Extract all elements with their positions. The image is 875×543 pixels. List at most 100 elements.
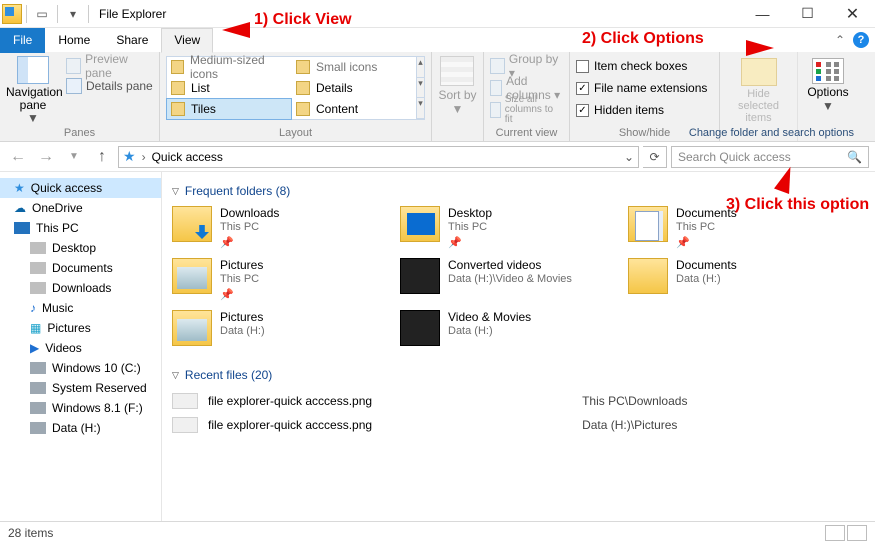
file-extensions-toggle[interactable]: ✓File name extensions [576,78,713,98]
up-button[interactable]: ↑ [90,145,114,169]
close-button[interactable]: ✕ [830,0,875,28]
folder-tile[interactable]: Converted videosData (H:)\Video & Movies [400,258,620,304]
pin-icon: 📌 [220,289,263,303]
navigation-pane-label: Navigation pane [6,86,60,112]
tab-share[interactable]: Share [103,28,161,53]
folder-icon [400,310,440,346]
hidden-items-toggle[interactable]: ✓Hidden items [576,100,713,120]
folder-tile[interactable]: DesktopThis PC📌 [400,206,620,252]
tree-item[interactable]: This PC [0,218,161,238]
tree-item[interactable]: ▶Videos [0,338,161,358]
tree-item[interactable]: ♪Music [0,298,161,318]
options-button[interactable]: Options ▼ [804,56,852,113]
tree-item[interactable]: Desktop [0,238,161,258]
breadcrumb[interactable]: ★ › Quick access ⌄ [118,146,639,168]
recent-locations-button[interactable]: ▼ [62,145,86,169]
tree-item-label: Music [42,301,73,315]
tree-item-label: Desktop [52,241,96,255]
tab-file[interactable]: File [0,28,45,53]
recent-file-row[interactable]: file explorer-quick acccess.pngData (H:)… [172,414,865,436]
tree-item[interactable]: ★Quick access [0,178,161,198]
chevron-down-icon: ▽ [172,186,179,197]
breadcrumb-location: Quick access [152,150,223,164]
qat-newfolder-icon[interactable]: ▾ [62,3,84,25]
group-options: Options ▼ Change folder and search optio… [798,52,858,141]
checkbox-icon [576,60,589,73]
sort-icon [440,56,474,86]
pin-icon: 📌 [448,237,492,251]
layout-tiles[interactable]: Tiles [167,99,291,119]
details-pane-icon [66,78,82,94]
addcols-icon [490,80,502,96]
tiles-view-button[interactable] [847,525,867,541]
back-button[interactable]: ← [6,145,30,169]
tree-item[interactable]: Windows 8.1 (F:) [0,398,161,418]
tile-name: Documents [676,206,737,221]
layout-grid: Medium-sized icons Small icons List Deta… [166,56,417,120]
checkbox-icon: ✓ [576,104,589,117]
status-bar: 28 items [0,521,875,543]
section-recent[interactable]: ▽ Recent files (20) [172,368,865,382]
folder-tile[interactable]: DocumentsData (H:) [628,258,848,304]
group-current-view: Group by ▾ Add columns ▾ Size all column… [484,52,570,141]
qat-properties-icon[interactable]: ▭ [31,3,53,25]
tree-item[interactable]: Documents [0,258,161,278]
tree-item[interactable]: ▦Pictures [0,318,161,338]
layout-scroll[interactable]: ▴▾▾ [417,56,425,120]
tree-item[interactable]: Downloads [0,278,161,298]
search-icon: 🔍 [847,150,862,164]
hide-selected-button[interactable]: Hide selected items [726,56,791,124]
search-input[interactable]: Search Quick access 🔍 [671,146,869,168]
folder-icon [628,206,668,242]
refresh-button[interactable]: ⟳ [643,146,667,168]
navigation-pane-button[interactable]: Navigation pane ▼ [6,56,60,126]
tree-item-label: Pictures [47,321,90,335]
size-columns-button[interactable]: Size all columns to fit [490,100,563,120]
section-frequent[interactable]: ▽ Frequent folders (8) [172,184,865,198]
navigation-tree[interactable]: ★Quick access☁OneDriveThis PC Desktop Docu… [0,172,162,521]
ribbon-tabs: File Home Share View ⌃ ? [0,28,875,52]
folder-tile[interactable]: Video & MoviesData (H:) [400,310,620,356]
layout-list[interactable]: List [167,78,291,98]
tile-name: Downloads [220,206,279,221]
folder-tile[interactable]: PicturesThis PC📌 [172,258,392,304]
layout-small-icons[interactable]: Small icons [292,57,416,77]
details-view-button[interactable] [825,525,845,541]
folder-tile[interactable]: PicturesData (H:) [172,310,392,356]
help-icon[interactable]: ? [853,32,869,48]
collapse-ribbon-icon[interactable]: ⌃ [835,33,845,47]
tile-name: Pictures [220,310,265,325]
tab-view[interactable]: View [161,28,213,53]
folder-icon [172,258,212,294]
file-icon [172,417,198,433]
recent-file-row[interactable]: file explorer-quick acccess.pngThis PC\D… [172,390,865,412]
tree-item[interactable]: Windows 10 (C:) [0,358,161,378]
hide-icon [741,58,777,86]
tree-item[interactable]: ☁OneDrive [0,198,161,218]
file-icon [172,393,198,409]
layout-medium-icons[interactable]: Medium-sized icons [167,57,291,77]
item-checkboxes-toggle[interactable]: Item check boxes [576,56,713,76]
change-folder-search-options[interactable]: Change folder and search options [654,127,854,139]
app-icon [2,4,22,24]
tree-item-label: Windows 8.1 (F:) [52,401,143,415]
sort-by-button[interactable]: Sort by ▼ [438,56,476,116]
layout-details[interactable]: Details [292,78,416,98]
maximize-button[interactable]: ☐ [785,0,830,28]
tile-location: This PC [220,273,263,287]
tile-name: Documents [676,258,737,273]
preview-pane-button[interactable]: Preview pane [66,56,153,76]
layout-content[interactable]: Content [292,99,416,119]
tree-item[interactable]: System Reserved [0,378,161,398]
minimize-button[interactable]: — [740,0,785,28]
group-by-button[interactable]: Group by ▾ [490,56,563,76]
tree-item-label: Videos [45,341,81,355]
chevron-down-icon[interactable]: ⌄ [624,150,634,164]
folder-tile[interactable]: DownloadsThis PC📌 [172,206,392,252]
forward-button[interactable]: → [34,145,58,169]
group-panes: Navigation pane ▼ Preview pane Details p… [0,52,160,141]
tree-item[interactable]: Data (H:) [0,418,161,438]
list-icon [171,81,185,95]
tab-home[interactable]: Home [45,28,103,53]
folder-tile[interactable]: DocumentsThis PC📌 [628,206,848,252]
